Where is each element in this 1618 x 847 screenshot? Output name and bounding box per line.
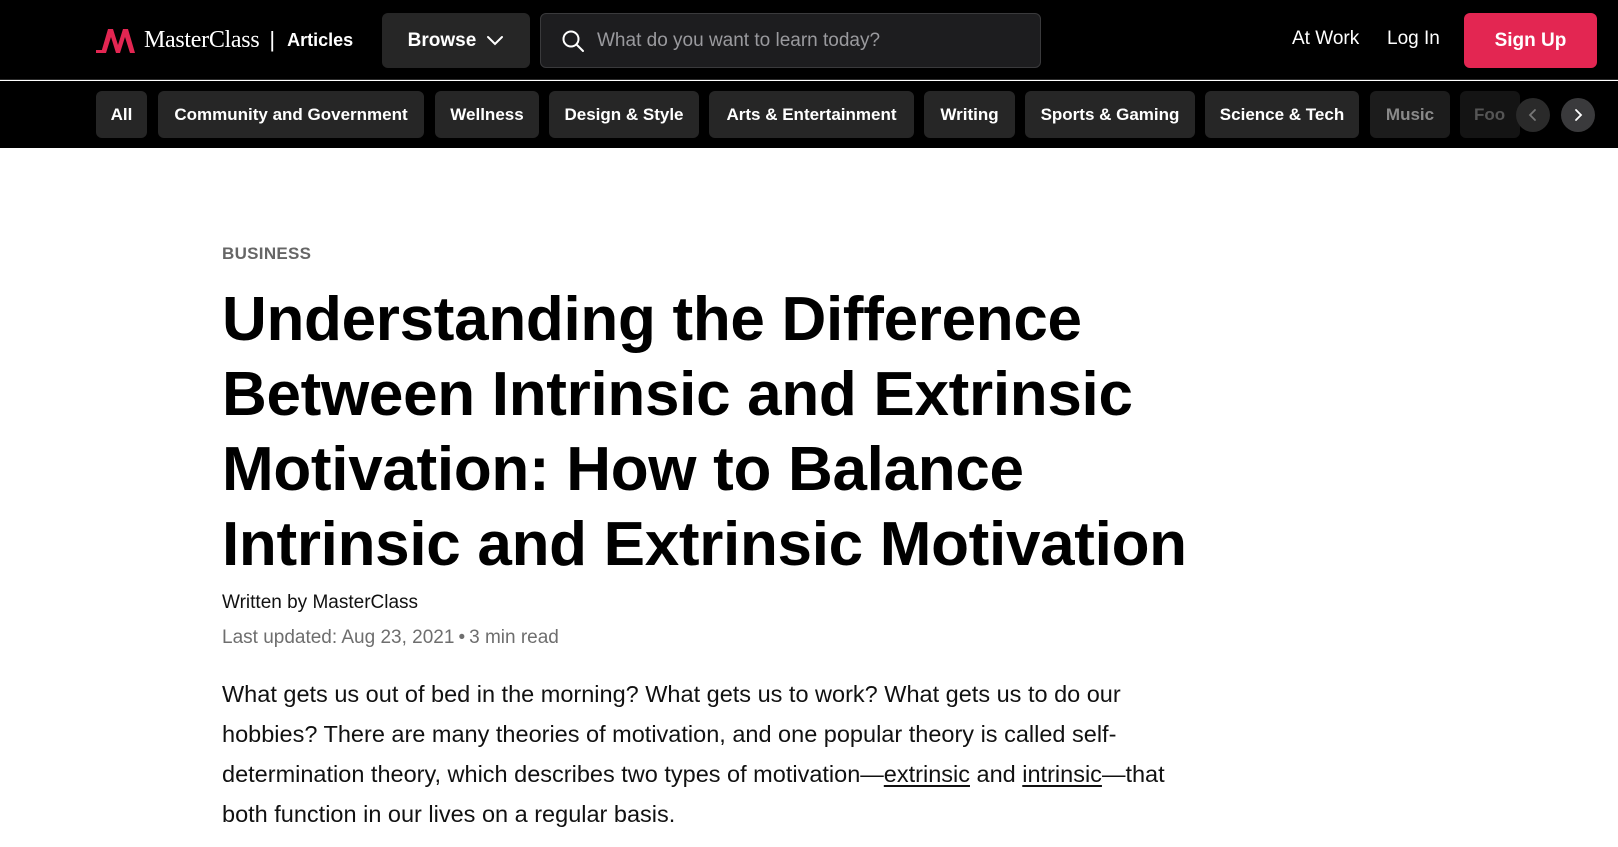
chevron-left-icon [1528, 109, 1536, 121]
extrinsic-link[interactable]: extrinsic [884, 761, 970, 787]
browse-label: Browse [407, 29, 477, 51]
category-chip-community-government[interactable]: Community and Government [158, 91, 424, 138]
category-chip-music[interactable]: Music [1370, 91, 1450, 138]
category-chip-design-style[interactable]: Design & Style [549, 91, 699, 138]
category-chip-writing[interactable]: Writing [924, 91, 1015, 138]
article-byline: Written by MasterClass [222, 592, 419, 613]
category-scroll-right-button[interactable] [1561, 98, 1595, 132]
category-chip-sports-gaming[interactable]: Sports & Gaming [1025, 91, 1195, 138]
browse-button[interactable]: Browse [382, 13, 530, 68]
article-meta: Last updated: Aug 23, 2021 • 3 min read [222, 627, 559, 649]
category-chip-all[interactable]: All [96, 91, 147, 138]
masterclass-m-logo-icon [96, 29, 135, 53]
articles-section-link[interactable]: Articles [287, 30, 353, 51]
category-chip-food[interactable]: Foo [1460, 91, 1520, 138]
masterclass-logo[interactable]: MasterClass | Articles [96, 24, 353, 56]
category-chip-arts-entertainment[interactable]: Arts & Entertainment [709, 91, 914, 138]
read-time: 3 min read [469, 627, 559, 648]
category-chip-science-tech[interactable]: Science & Tech [1205, 91, 1359, 138]
intrinsic-link[interactable]: intrinsic [1022, 761, 1102, 787]
chevron-right-icon [1575, 109, 1583, 121]
search-input[interactable] [597, 29, 1017, 52]
article-title: Understanding the Difference Between Int… [222, 285, 1187, 579]
search-icon [562, 30, 584, 52]
intro-and-text: and [969, 761, 1023, 787]
brand-separator: | [269, 27, 276, 52]
search-bar[interactable] [540, 13, 1041, 68]
sign-up-button[interactable]: Sign Up [1464, 13, 1597, 68]
brand-name: MasterClass [144, 26, 260, 53]
category-scroll-left-button[interactable] [1516, 98, 1550, 132]
meta-separator: • [458, 627, 466, 648]
article-category-label[interactable]: BUSINESS [222, 244, 311, 264]
chevron-down-icon [487, 35, 504, 45]
article-intro-paragraph: What gets us out of bed in the morning? … [222, 674, 1207, 834]
category-bar: All Community and Government Wellness De… [0, 81, 1618, 148]
log-in-link[interactable]: Log In [1387, 28, 1440, 50]
at-work-link[interactable]: At Work [1292, 28, 1359, 50]
top-navigation-bar: MasterClass | Articles Browse At Work Lo… [0, 0, 1618, 80]
category-chip-wellness[interactable]: Wellness [435, 91, 539, 138]
last-updated-date: Last updated: Aug 23, 2021 [222, 627, 455, 648]
